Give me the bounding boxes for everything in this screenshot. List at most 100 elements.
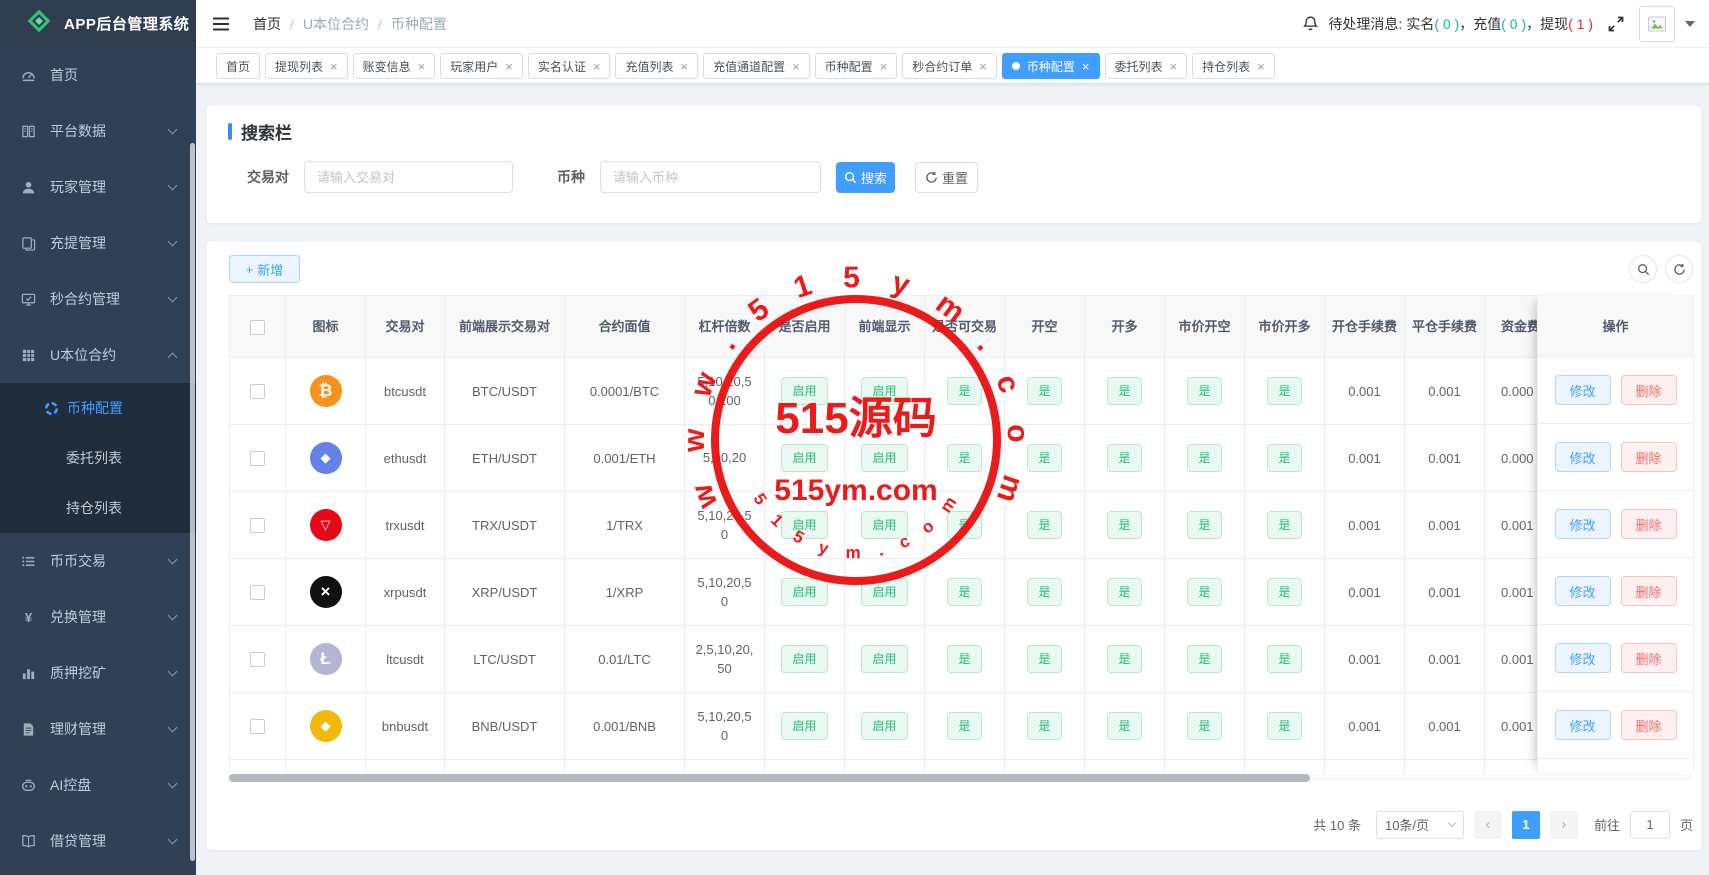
row-checkbox[interactable] <box>250 719 265 734</box>
tab-close-icon[interactable]: × <box>680 60 688 73</box>
row-select-cell <box>230 626 286 693</box>
status-tag: 是 <box>947 377 981 405</box>
tab-close-icon[interactable]: × <box>593 60 601 73</box>
tab-close-icon[interactable]: × <box>505 60 513 73</box>
delete-button[interactable]: 删除 <box>1621 643 1677 673</box>
search-button[interactable]: 搜索 <box>836 162 895 193</box>
fullscreen-icon[interactable] <box>1607 15 1625 33</box>
sidebar-subitem-coin-config[interactable]: 币种配置 <box>0 383 196 433</box>
tab-real-name-auth[interactable]: 实名认证× <box>528 53 611 79</box>
chevron-down-icon <box>168 555 178 565</box>
prev-page-button[interactable]: ‹ <box>1474 811 1502 839</box>
message-count[interactable]: ( 0 ) <box>1434 16 1459 32</box>
chevron-down-icon[interactable] <box>1685 21 1695 27</box>
sidebar-item-u-contract[interactable]: U本位合约 <box>0 327 196 383</box>
edit-button[interactable]: 修改 <box>1555 576 1611 606</box>
sidebar-item-exchange-manage[interactable]: ¥兑换管理 <box>0 589 196 645</box>
tab-coin-config-a[interactable]: 币种配置× <box>815 53 898 79</box>
sidebar-item-wealth-manage[interactable]: 理财管理 <box>0 701 196 757</box>
table-refresh-button[interactable] <box>1665 255 1693 283</box>
row-checkbox[interactable] <box>250 652 265 667</box>
delete-button[interactable]: 删除 <box>1621 710 1677 740</box>
tab-close-icon[interactable]: × <box>979 60 987 73</box>
page-size-select[interactable]: 10条/页 <box>1376 811 1464 839</box>
row-checkbox[interactable] <box>250 518 265 533</box>
row-checkbox[interactable] <box>250 451 265 466</box>
status-tag: 启用 <box>861 511 907 539</box>
next-page-button[interactable]: › <box>1550 811 1578 839</box>
add-button[interactable]: +新增 <box>229 255 300 283</box>
hamburger-icon[interactable] <box>211 14 231 34</box>
sidebar-item-deposit-withdraw[interactable]: 充提管理 <box>0 215 196 271</box>
sidebar-item-label: 玩家管理 <box>50 177 169 197</box>
edit-button[interactable]: 修改 <box>1555 375 1611 405</box>
tab-position-list[interactable]: 持仓列表× <box>1192 53 1275 79</box>
search-panel: 搜索栏 交易对 币种 搜索 重置 <box>207 106 1701 223</box>
tab-account-change[interactable]: 账变信息× <box>353 53 436 79</box>
sidebar-item-lending-manage[interactable]: 借贷管理 <box>0 813 196 869</box>
horizontal-scrollbar-thumb[interactable] <box>229 774 1310 782</box>
tab-label: 委托列表 <box>1115 58 1163 75</box>
row-checkbox[interactable] <box>250 585 265 600</box>
partial-cell <box>1245 760 1325 773</box>
bell-icon[interactable] <box>1302 15 1319 32</box>
tab-close-icon[interactable]: × <box>792 60 800 73</box>
tab-coin-config-b[interactable]: 币种配置× <box>1002 53 1100 79</box>
delete-button[interactable]: 删除 <box>1621 509 1677 539</box>
row-open-fee: 0.001 <box>1325 358 1405 425</box>
pending-message-counts: 实名( 0 )，充值( 0 )，提现( 1 ) <box>1406 14 1593 34</box>
row-pair: ethusdt <box>366 425 445 492</box>
tab-close-icon[interactable]: × <box>1257 60 1265 73</box>
table-search-button[interactable] <box>1629 255 1657 283</box>
tab-close-icon[interactable]: × <box>1170 60 1178 73</box>
sidebar-subitem-entrust-list[interactable]: 委托列表 <box>0 433 196 483</box>
sidebar-item-home[interactable]: 首页 <box>0 47 196 103</box>
row-checkbox[interactable] <box>250 384 265 399</box>
status-tag: 是 <box>1187 511 1221 539</box>
row-market_long-cell: 是 <box>1245 358 1325 425</box>
sidebar-item-ai-control[interactable]: AI控盘 <box>0 757 196 813</box>
tab-close-icon[interactable]: × <box>1082 60 1090 73</box>
row-market_long-cell: 是 <box>1245 626 1325 693</box>
row-leverage: 2,5,10,20,50 <box>685 626 765 693</box>
tab-recharge-channel[interactable]: 充值通道配置× <box>703 53 810 79</box>
row-enabled-cell: 启用 <box>765 626 845 693</box>
goto-page-input[interactable] <box>1630 811 1670 839</box>
reset-button[interactable]: 重置 <box>915 162 978 193</box>
edit-button[interactable]: 修改 <box>1555 643 1611 673</box>
select-all-checkbox[interactable] <box>250 320 265 335</box>
delete-button[interactable]: 删除 <box>1621 442 1677 472</box>
tab-close-icon[interactable]: × <box>330 60 338 73</box>
tab-player-user[interactable]: 玩家用户× <box>440 53 523 79</box>
message-count[interactable]: ( 1 ) <box>1568 16 1593 32</box>
avatar[interactable] <box>1639 6 1675 42</box>
sidebar-item-coin-trade[interactable]: 币币交易 <box>0 533 196 589</box>
delete-button[interactable]: 删除 <box>1621 576 1677 606</box>
edit-button[interactable]: 修改 <box>1555 442 1611 472</box>
sidebar-item-platform-data[interactable]: 平台数据 <box>0 103 196 159</box>
tab-entrust-list[interactable]: 委托列表 × <box>1105 53 1188 79</box>
row-icon-cell: ◆ <box>286 425 366 492</box>
tab-close-icon[interactable]: × <box>418 60 426 73</box>
tab-home[interactable]: 首页 <box>216 53 260 79</box>
tab-recharge-list[interactable]: 充值列表× <box>615 53 698 79</box>
edit-button[interactable]: 修改 <box>1555 710 1611 740</box>
title-accent-bar <box>228 123 232 140</box>
sidebar-item-seconds-contract[interactable]: 秒合约管理 <box>0 271 196 327</box>
sidebar-item-staking-mining[interactable]: 质押挖矿 <box>0 645 196 701</box>
current-page-button[interactable]: 1 <box>1512 811 1540 839</box>
pair-input[interactable] <box>304 161 513 193</box>
message-count[interactable]: ( 0 ) <box>1501 16 1526 32</box>
tab-seconds-order[interactable]: 秒合约订单× <box>902 53 997 79</box>
breadcrumb-item[interactable]: 首页 <box>253 14 281 34</box>
tab-close-icon[interactable]: × <box>880 60 888 73</box>
edit-button[interactable]: 修改 <box>1555 509 1611 539</box>
sidebar-item-player-manage[interactable]: 玩家管理 <box>0 159 196 215</box>
sidebar-scrollbar[interactable] <box>190 143 195 861</box>
tab-withdraw-list[interactable]: 提现列表× <box>265 53 348 79</box>
sidebar-subitem-position-list[interactable]: 持仓列表 <box>0 483 196 533</box>
delete-button[interactable]: 删除 <box>1621 375 1677 405</box>
coin-input[interactable] <box>600 161 821 193</box>
row-actions: 修改删除 <box>1538 625 1693 692</box>
status-tag: 是 <box>1027 578 1061 606</box>
